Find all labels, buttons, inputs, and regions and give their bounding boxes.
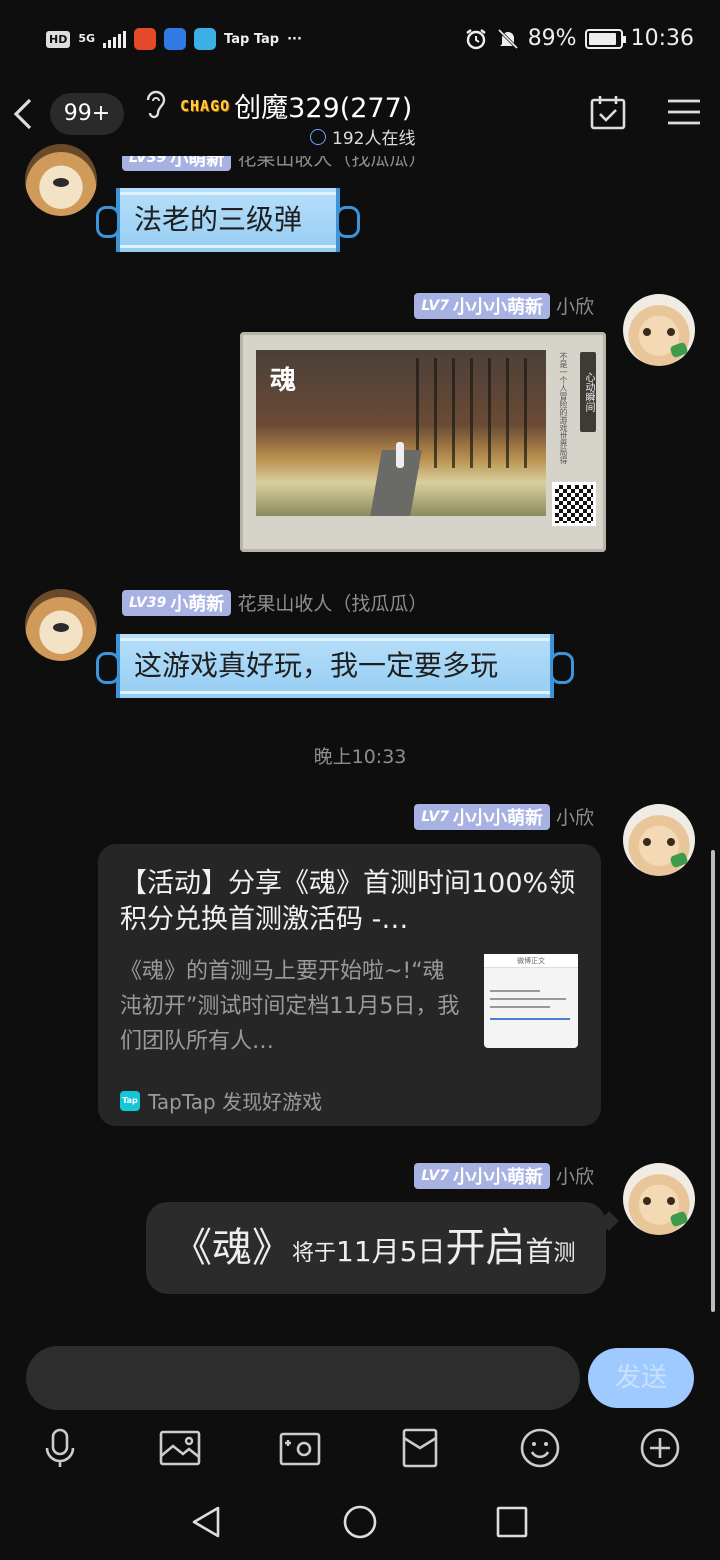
nav-recents-icon[interactable] — [492, 1502, 532, 1542]
hd-indicator: HD — [46, 30, 71, 48]
status-bar: HD 5G Tap Tap ··· 89% 10:36 — [0, 0, 720, 80]
red-packet-icon[interactable] — [398, 1426, 442, 1470]
message-meta: LV39 小萌新 花果山收人（找瓜瓜） — [122, 589, 427, 616]
title-logo: CHAGO — [180, 96, 231, 115]
avatar[interactable] — [25, 589, 97, 661]
avatar[interactable] — [623, 804, 695, 876]
qr-code-icon — [552, 482, 596, 526]
share-card-title: 【活动】分享《魂》首测时间100%领积分兑换首测激活码 -… — [120, 868, 576, 935]
chat-header: 99+ CHAGO 创魔329(277) 192人在线 — [0, 80, 720, 150]
game-screenshot: 魂 — [256, 350, 546, 516]
message-text: 《魂》 将于 11月5日 开启 首 测 — [172, 1225, 576, 1271]
level-badge: LV39 小萌新 — [122, 589, 232, 616]
time-divider: 晚上10:33 — [313, 746, 407, 768]
battery-percent: 89% — [527, 26, 577, 51]
status-left: HD 5G Tap Tap ··· — [46, 28, 302, 50]
status-more: ··· — [287, 31, 302, 47]
app-notification-icon — [134, 28, 157, 50]
sender-name: 小欣 — [555, 807, 594, 829]
signal-icon — [103, 30, 127, 48]
input-toolbar — [0, 1420, 720, 1480]
battery-icon — [584, 28, 626, 49]
emoji-icon[interactable] — [518, 1426, 562, 1470]
chat-title[interactable]: CHAGO 创魔329(277) — [180, 86, 412, 125]
message-meta: LV7 小小小萌新 小欣 — [414, 803, 594, 830]
share-card-thumbnail: 微博正文 — [484, 954, 578, 1048]
send-button[interactable]: 发送 — [588, 1348, 694, 1408]
share-card-description: 《魂》的首测马上要开始啦~!“魂沌初开”测试时间定档11月5日，我们团队所有人… — [120, 959, 460, 1054]
browser-icon — [194, 28, 217, 50]
online-count: 192人在线 — [310, 124, 415, 149]
level-badge: LV7 小小小萌新 — [414, 292, 550, 319]
sender-name: 小欣 — [555, 1166, 594, 1188]
message-meta: LV7 小小小萌新 小欣 — [414, 292, 594, 319]
status-right: 89% 10:36 — [464, 26, 694, 51]
message-bubble[interactable]: 《魂》 将于 11月5日 开启 首 测 — [146, 1202, 606, 1294]
clock: 10:36 — [630, 26, 694, 51]
avatar[interactable] — [25, 144, 97, 216]
alarm-icon — [465, 28, 486, 49]
message-meta: LV7 小小小萌新 小欣 — [414, 1162, 594, 1189]
menu-icon[interactable] — [664, 92, 704, 132]
taptap-logo-icon: Tap — [120, 1090, 140, 1111]
message-text: 法老的三级弹 — [134, 203, 303, 236]
camera-icon[interactable] — [278, 1426, 322, 1470]
message-bubble[interactable]: 法老的三级弹 — [96, 188, 360, 252]
share-card-source: Tap TapTap 发现好游戏 — [120, 1086, 322, 1115]
share-card-source-text: TapTap 发现好游戏 — [148, 1090, 323, 1114]
unread-count-badge[interactable]: 99+ — [50, 93, 124, 135]
mute-bell-icon — [497, 28, 518, 49]
online-count-text: 192人在线 — [332, 129, 416, 149]
microphone-icon[interactable] — [38, 1426, 82, 1470]
add-more-icon[interactable] — [638, 1426, 682, 1470]
game-logo: 魂 — [270, 366, 297, 396]
network-type: 5G — [78, 32, 96, 45]
share-card[interactable]: 【活动】分享《魂》首测时间100%领积分兑换首测激活码 -… 《魂》的首测马上要… — [98, 844, 601, 1126]
level-badge: LV7 小小小萌新 — [414, 1162, 550, 1189]
nav-home-icon[interactable] — [340, 1502, 380, 1542]
chat-scrollbar[interactable] — [711, 850, 715, 1312]
back-arrow-icon[interactable] — [8, 94, 38, 134]
system-nav-bar — [0, 1480, 720, 1560]
image-side-text: 不是一个人冒险的游戏世界局得 心动瞬间 — [559, 352, 596, 464]
status-apps-text: Tap Tap — [224, 31, 280, 47]
sender-name: 花果山收人（找瓜瓜） — [237, 593, 428, 615]
nav-back-icon[interactable] — [186, 1502, 226, 1542]
avatar[interactable] — [623, 294, 695, 366]
photo-icon[interactable] — [158, 1426, 202, 1470]
avatar[interactable] — [623, 1163, 695, 1235]
earpiece-mode-icon[interactable] — [142, 88, 168, 122]
sender-name: 小欣 — [555, 296, 594, 318]
group-name: 创魔329(277) — [234, 93, 413, 124]
online-check-icon — [310, 128, 326, 145]
shield-icon — [164, 28, 187, 50]
level-badge: LV7 小小小萌新 — [414, 803, 550, 830]
message-input[interactable] — [26, 1346, 580, 1410]
check-in-calendar-icon[interactable] — [588, 92, 628, 132]
message-text: 这游戏真好玩，我一定要多玩 — [134, 649, 499, 682]
image-message[interactable]: 魂 不是一个人冒险的游戏世界局得 心动瞬间 — [240, 332, 606, 552]
message-bubble[interactable]: 这游戏真好玩，我一定要多玩 — [96, 634, 574, 698]
